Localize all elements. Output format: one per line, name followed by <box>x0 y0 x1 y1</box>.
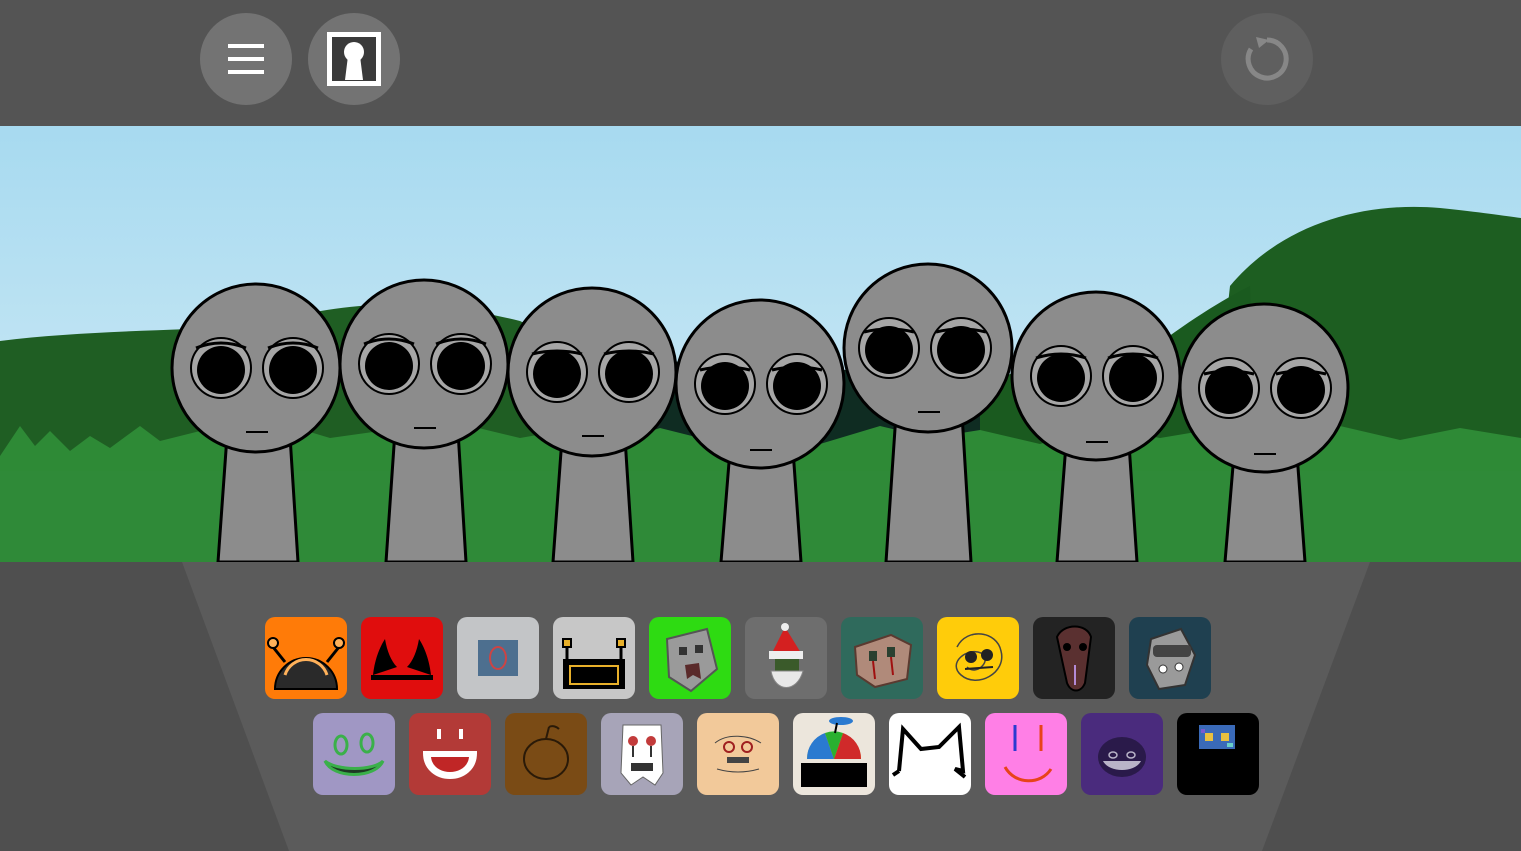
green-creeper-face-icon[interactable] <box>649 617 731 699</box>
propeller-cap-icon[interactable] <box>793 713 875 795</box>
orange-antenna-dome-icon[interactable] <box>265 617 347 699</box>
brown-pumpkin-icon[interactable] <box>505 713 587 795</box>
reset-button[interactable] <box>1221 13 1313 105</box>
top-bar <box>0 0 1521 126</box>
portrait-mode-button[interactable] <box>308 13 400 105</box>
stage-background <box>0 126 1521 562</box>
gray-antenna-box-icon[interactable] <box>553 617 635 699</box>
tray-background <box>0 562 1521 851</box>
lavender-goo-face-icon[interactable] <box>313 713 395 795</box>
red-devil-horns-icon[interactable] <box>361 617 443 699</box>
yellow-scribble-face-icon[interactable] <box>937 617 1019 699</box>
ghost-face-icon[interactable] <box>601 713 683 795</box>
icon-row-1 <box>265 617 1211 699</box>
icon-row-2 <box>313 713 1259 795</box>
santa-hat-beard-icon[interactable] <box>745 617 827 699</box>
gray-square-ring-icon[interactable] <box>457 617 539 699</box>
beige-sketch-face-icon[interactable] <box>697 713 779 795</box>
sound-icon-tray <box>0 562 1521 851</box>
black-pixel-goggles-icon[interactable] <box>1177 713 1259 795</box>
keyhole-portrait-icon <box>327 32 381 86</box>
stage-scene <box>0 126 1521 562</box>
red-grin-face-icon[interactable] <box>409 713 491 795</box>
hamburger-menu-icon <box>228 44 264 74</box>
white-cat-ears-icon[interactable] <box>889 713 971 795</box>
pink-smile-face-icon[interactable] <box>985 713 1067 795</box>
menu-button[interactable] <box>200 13 292 105</box>
teal-torn-paper-face-icon[interactable] <box>841 617 923 699</box>
dark-long-mask-icon[interactable] <box>1033 617 1115 699</box>
navy-helmet-icon[interactable] <box>1129 617 1211 699</box>
reset-circular-arrow-icon <box>1245 37 1289 81</box>
purple-blob-face-icon[interactable] <box>1081 713 1163 795</box>
